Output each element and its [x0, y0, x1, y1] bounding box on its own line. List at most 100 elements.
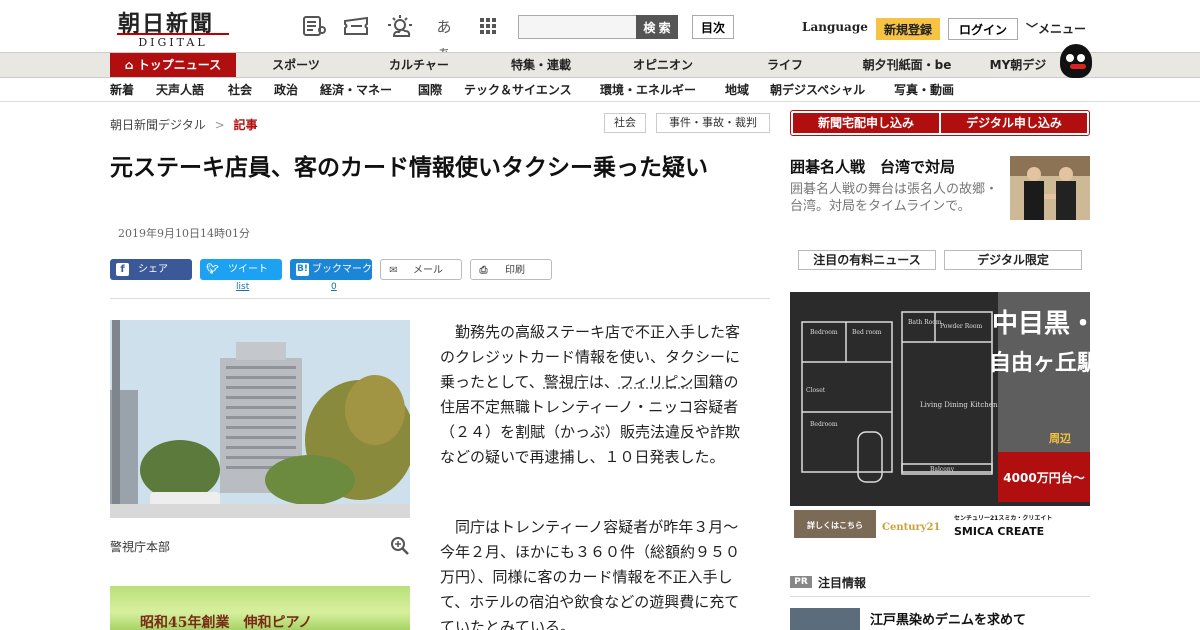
- floorplan-label: Bedroom: [810, 329, 838, 336]
- mascot-mouth: [1070, 64, 1086, 69]
- divider: [790, 596, 1090, 597]
- nav-sports[interactable]: スポーツ: [246, 53, 346, 77]
- breadcrumb-separator: >: [214, 118, 225, 132]
- nav-culture[interactable]: カルチャー: [366, 53, 472, 77]
- nav-features[interactable]: 特集・連載: [490, 53, 592, 77]
- tab-digital-limited[interactable]: デジタル限定: [944, 250, 1082, 270]
- sidebar-headline[interactable]: 囲碁名人戦 台湾で対局: [790, 156, 955, 177]
- subscribe-digital-button[interactable]: デジタル申し込み: [941, 113, 1087, 133]
- hatena-count[interactable]: 0: [331, 282, 337, 292]
- share-mail-label: メール: [413, 265, 443, 276]
- floorplan-label: Bed room: [852, 329, 882, 336]
- nav-life[interactable]: ライフ: [734, 53, 836, 77]
- language-link[interactable]: Language: [802, 20, 868, 34]
- snav-society[interactable]: 社会: [228, 78, 252, 102]
- share-facebook-button[interactable]: f シェア: [110, 259, 192, 280]
- grid-icon[interactable]: [474, 14, 502, 40]
- ad-banner-realestate[interactable]: Bedroom Bed room Living Dining Kitchen B…: [790, 292, 1090, 542]
- share-twitter-label: ツイート: [228, 264, 268, 275]
- share-facebook-label: シェア: [138, 264, 168, 275]
- search-input[interactable]: [518, 15, 638, 39]
- search-button[interactable]: 検 索: [636, 15, 678, 39]
- article-paragraph: 勤務先の高級ステーキ店で不正入手した客のクレジットカード情報を使い、タクシーに乗…: [440, 320, 752, 470]
- mail-icon: ✉: [389, 265, 398, 276]
- ad-cta[interactable]: 詳しくはこちら: [807, 520, 863, 530]
- snav-latest[interactable]: 新着: [110, 78, 134, 102]
- pr-thumbnail[interactable]: [790, 608, 860, 630]
- ad-piano-text: 昭和45年創業 伸和ピアノ: [140, 615, 313, 630]
- register-button[interactable]: 新規登録: [876, 18, 940, 40]
- chevron-down-icon: ﹀: [1026, 22, 1039, 36]
- keyword-link[interactable]: フィリピン: [619, 373, 694, 391]
- snav-local[interactable]: 地域: [725, 78, 749, 102]
- logo-subtitle[interactable]: DIGITAL: [117, 33, 229, 49]
- ad-brand-en: SMICA CREATE: [954, 525, 1044, 538]
- snav-economy[interactable]: 経済・マネー: [320, 78, 392, 102]
- zoom-icon[interactable]: [390, 536, 410, 556]
- ad-area-text-2: 自由ヶ丘駅: [989, 350, 1090, 376]
- home-icon: ⌂: [124, 58, 138, 72]
- nav-top-news[interactable]: ⌂ トップニュース: [110, 53, 236, 77]
- twitter-icon: 🐦︎: [206, 264, 219, 275]
- menu-button[interactable]: ﹀メニュー: [1026, 20, 1086, 37]
- article-headline: 元ステーキ店員、客のカード情報使いタクシー乗った疑い: [110, 155, 708, 181]
- tag-society[interactable]: 社会: [604, 113, 646, 133]
- snav-tensei-jingo[interactable]: 天声人語: [156, 78, 204, 102]
- font-size-icon[interactable]: あぁ: [430, 14, 458, 62]
- snav-politics[interactable]: 政治: [274, 78, 298, 102]
- article-timestamp: 2019年9月10日14時01分: [118, 227, 250, 240]
- keyword-link[interactable]: 警視庁: [544, 373, 589, 391]
- floorplan-label: Powder Room: [940, 323, 982, 330]
- text-segment: は、: [588, 373, 619, 391]
- nav-top-news-label: トップニュース: [137, 58, 222, 72]
- login-button[interactable]: ログイン: [948, 18, 1018, 40]
- floorplan-label: Balcony: [930, 466, 955, 473]
- share-print-button[interactable]: ⎙ 印刷: [470, 259, 552, 280]
- hatena-icon: B!: [296, 263, 309, 276]
- print-icon: ⎙: [479, 265, 488, 276]
- ad-brand-jp: センチュリー21スミカ・クリエイト: [954, 514, 1052, 522]
- snav-environment[interactable]: 環境・エネルギー: [600, 78, 696, 102]
- article-photo[interactable]: [110, 320, 410, 518]
- nav-my-asadigi[interactable]: MY朝デジ: [978, 53, 1058, 77]
- ad-area-suffix: 周辺: [1049, 432, 1071, 445]
- snav-international[interactable]: 国際: [418, 78, 442, 102]
- tag-incidents[interactable]: 事件・事故・裁判: [656, 113, 770, 133]
- share-print-label: 印刷: [505, 265, 525, 276]
- sidebar-summary: 囲碁名人戦の舞台は張名人の故郷・台湾。対局をタイムラインで。: [790, 182, 999, 214]
- sidebar-thumbnail[interactable]: [1010, 156, 1090, 220]
- share-twitter-button[interactable]: 🐦︎ ツイート: [200, 259, 282, 280]
- breadcrumb-current: 記事: [233, 118, 258, 132]
- subscription-box: 新聞宅配申し込み デジタル申し込み: [790, 110, 1090, 136]
- share-hatena-button[interactable]: B! ブックマーク: [290, 259, 372, 280]
- mascot-eye: [1077, 54, 1085, 62]
- tab-paid-news[interactable]: 注目の有料ニュース: [798, 250, 936, 270]
- site-header: 朝日新聞 DIGITAL あぁ 検 索 目次 Language 新規登録 ログイ…: [0, 0, 1200, 62]
- ad-price: 4000万円台～: [1003, 470, 1084, 485]
- menu-label: メニュー: [1038, 22, 1087, 36]
- snav-photo-video[interactable]: 写真・動画: [894, 78, 954, 102]
- photo-caption: 警視庁本部: [110, 540, 171, 554]
- ad-area-text-1: 中目黒・: [992, 309, 1090, 339]
- newspaper-icon[interactable]: [300, 14, 328, 40]
- facebook-icon: f: [116, 263, 129, 276]
- mascot-icon[interactable]: [1060, 44, 1092, 78]
- breadcrumb-home[interactable]: 朝日新聞デジタル: [110, 118, 206, 132]
- twitter-count[interactable]: list: [236, 282, 249, 292]
- subscribe-paper-button[interactable]: 新聞宅配申し込み: [793, 113, 939, 133]
- divider: [110, 298, 770, 299]
- nav-newspaper-be[interactable]: 朝夕刊紙面・be: [852, 53, 962, 77]
- pr-title[interactable]: 江戸黒染めデニムを求めて: [870, 609, 1026, 628]
- snav-tech-science[interactable]: テック＆サイエンス: [464, 78, 572, 102]
- share-hatena-label: ブックマーク: [312, 264, 372, 275]
- index-button[interactable]: 目次: [692, 15, 734, 39]
- floorplan-label: Bedroom: [810, 421, 838, 428]
- secondary-nav: 新着 天声人語 社会 政治 経済・マネー 国際 テック＆サイエンス 環境・エネル…: [0, 78, 1200, 102]
- weather-icon[interactable]: [386, 14, 414, 40]
- share-mail-button[interactable]: ✉ メール: [380, 259, 462, 280]
- nav-opinion[interactable]: オピニオン: [612, 53, 714, 77]
- ticket-icon[interactable]: [342, 14, 370, 40]
- article-paragraph: 同庁はトレンティーノ容疑者が昨年３月～今年２月、ほかにも３６０件（総額約９５０万…: [440, 518, 741, 630]
- snav-special[interactable]: 朝デジスペシャル: [770, 78, 865, 102]
- pr-heading: 注目情報: [818, 576, 867, 590]
